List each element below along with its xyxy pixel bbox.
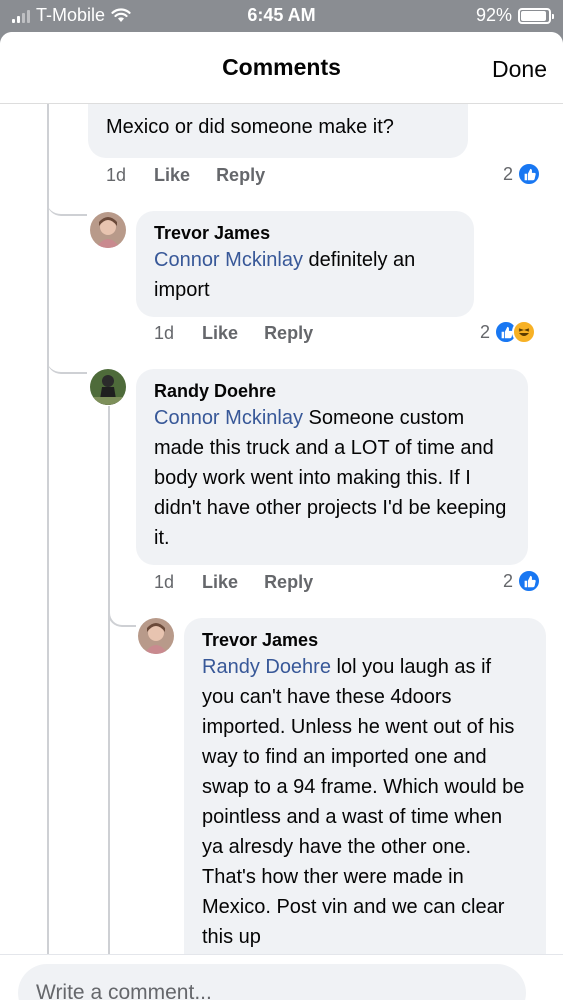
comment-actions: 1d Like Reply: [154, 323, 339, 344]
mention-link[interactable]: Connor Mckinlay: [154, 249, 303, 271]
comment-author[interactable]: Trevor James: [202, 628, 528, 652]
battery-icon: [518, 7, 554, 24]
reaction-summary[interactable]: 2: [503, 569, 542, 593]
comment-author[interactable]: Trevor James: [154, 221, 456, 245]
comment-bubble: Trevor James Randy Doehre lol you laugh …: [184, 618, 546, 954]
comment-actions: 1d Like Reply: [154, 572, 339, 593]
avatar[interactable]: [138, 618, 174, 654]
comment-time: 1d: [154, 323, 175, 343]
thread-connector: [108, 594, 136, 627]
comment-actions: 1d Like Reply: [106, 165, 291, 186]
reply-button[interactable]: Reply: [264, 572, 313, 593]
mention-link[interactable]: Randy Doehre: [202, 656, 331, 678]
comment-text: Randy Doehre lol you laugh as if you can…: [202, 652, 528, 952]
comment-text: Mexico or did someone make it?: [106, 116, 394, 138]
comment-text: Connor Mckinlay definitely an import: [154, 245, 456, 305]
comment-time: 1d: [154, 572, 175, 592]
comment-list[interactable]: Mexico or did someone make it? 1d Like R…: [0, 104, 563, 954]
comment-bubble: Randy Doehre Connor Mckinlay Someone cus…: [136, 369, 528, 565]
thread-line: [108, 406, 110, 954]
like-reaction-icon: [517, 162, 542, 186]
comment-bubble: Mexico or did someone make it?: [88, 104, 468, 158]
reply-button[interactable]: Reply: [264, 323, 313, 344]
avatar[interactable]: [90, 369, 126, 405]
comment-body: lol you laugh as if you can't have these…: [202, 656, 525, 948]
reaction-summary[interactable]: 2: [480, 320, 537, 344]
comment-text: Connor Mckinlay Someone custom made this…: [154, 403, 510, 553]
thread-connector: [47, 186, 87, 216]
comment-bubble: Trevor James Connor Mckinlay definitely …: [136, 211, 474, 317]
battery-percent: 92%: [475, 5, 512, 25]
reaction-count: 2: [503, 163, 514, 184]
thread-line: [47, 104, 49, 954]
mention-link[interactable]: Connor Mckinlay: [154, 407, 303, 429]
like-reaction-icon: [517, 569, 542, 593]
battery-info: 92%: [475, 5, 554, 26]
reaction-summary[interactable]: 2: [503, 162, 542, 186]
comments-sheet: Comments Done Mexico or did someone make…: [0, 32, 563, 1000]
status-bar: T-Mobile 6:45 AM 92%: [0, 0, 563, 32]
thread-connector: [47, 344, 87, 374]
comment-author[interactable]: Randy Doehre: [154, 379, 510, 403]
comment-time: 1d: [106, 165, 127, 185]
page-title: Comments: [222, 54, 341, 80]
like-button[interactable]: Like: [202, 572, 238, 593]
done-button[interactable]: Done: [492, 56, 547, 83]
reply-button[interactable]: Reply: [216, 165, 265, 186]
reaction-count: 2: [503, 570, 514, 591]
comment-composer: [0, 954, 563, 1000]
avatar[interactable]: [90, 212, 126, 248]
reaction-count: 2: [480, 321, 491, 342]
like-button[interactable]: Like: [202, 323, 238, 344]
sheet-header: Comments Done: [0, 32, 563, 104]
haha-reaction-icon: [512, 320, 537, 344]
like-button[interactable]: Like: [154, 165, 190, 186]
comment-input[interactable]: [18, 964, 526, 1000]
